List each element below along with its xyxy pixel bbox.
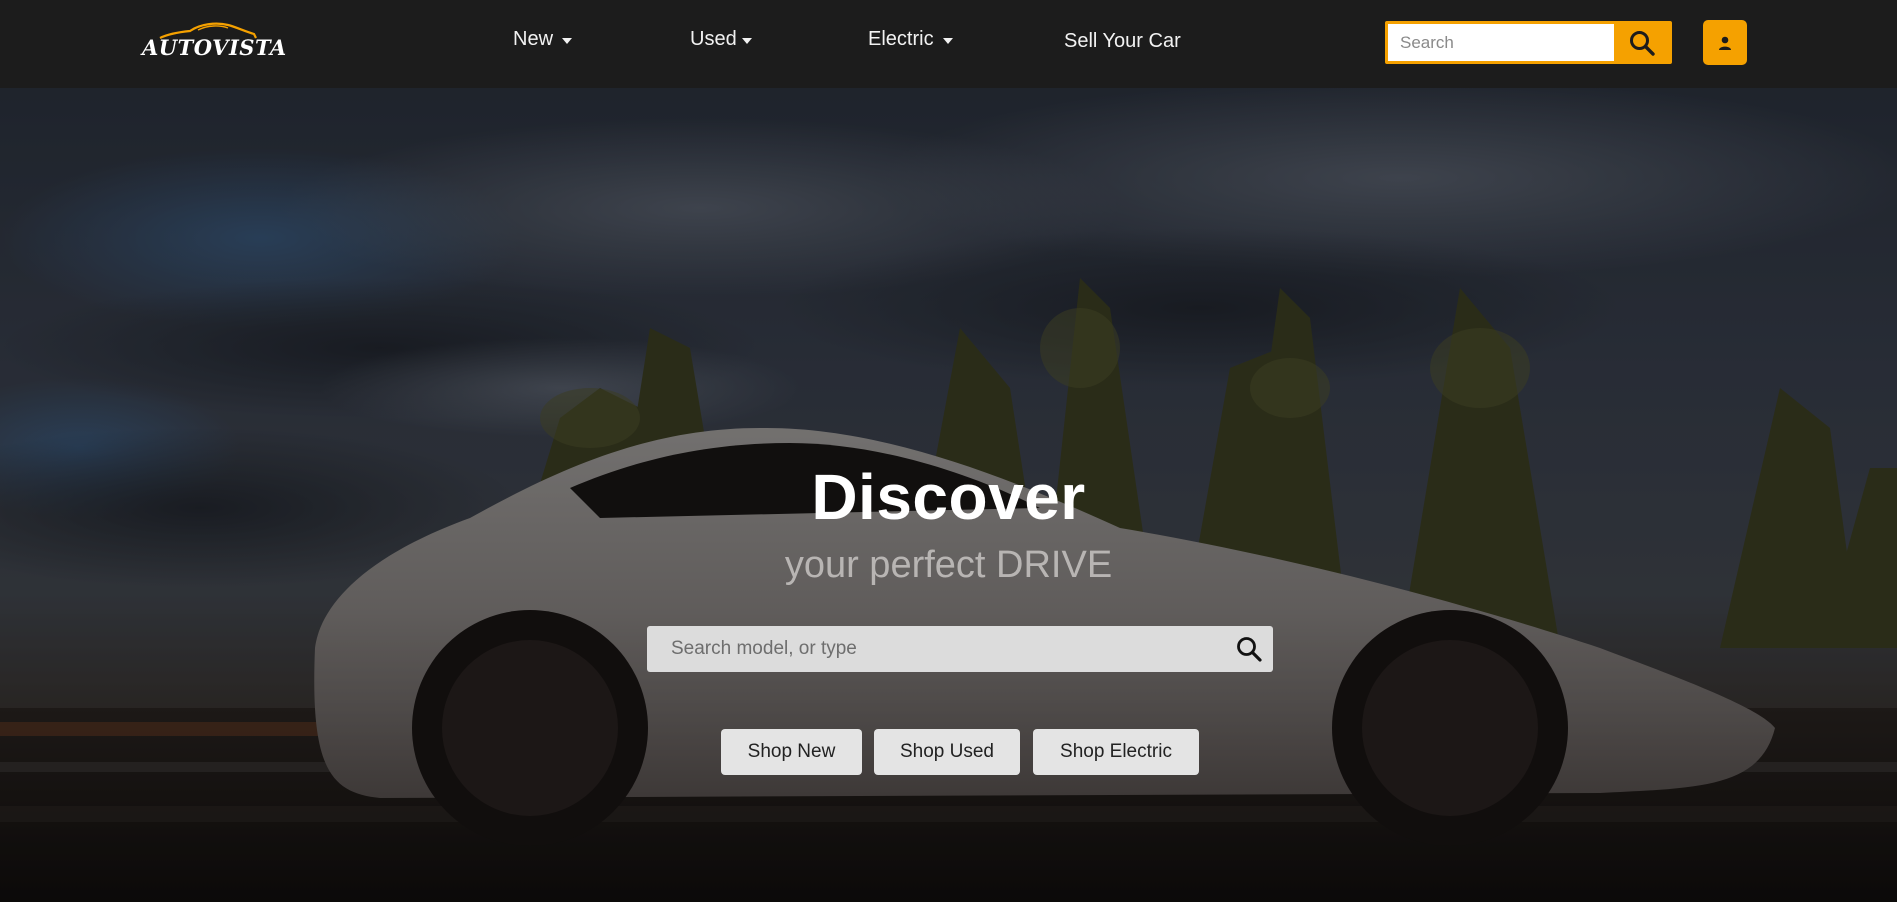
search-icon [1629, 30, 1655, 56]
nav-used-label: Used [690, 28, 737, 50]
hero-search-input[interactable] [647, 626, 1225, 672]
shop-used-button[interactable]: Shop Used [874, 729, 1020, 775]
chevron-down-icon [562, 38, 573, 44]
header-search [1385, 21, 1672, 64]
brand-name: AUTOVISTA [142, 35, 287, 60]
account-button[interactable] [1703, 20, 1747, 65]
hero-section: Discover your perfect DRIVE Shop New Sho… [0, 88, 1897, 902]
user-icon [1719, 36, 1731, 50]
hero-search [647, 626, 1273, 672]
hero-subtitle: your perfect DRIVE [784, 544, 1113, 586]
nav-sell-your-car[interactable]: Sell Your Car [1064, 30, 1181, 53]
nav-electric-label: Electric [868, 28, 934, 50]
nav-used[interactable]: Used [690, 28, 752, 51]
nav-new[interactable]: New [513, 28, 573, 51]
chevron-down-icon [741, 38, 752, 44]
shop-electric-button[interactable]: Shop Electric [1033, 729, 1199, 775]
nav-new-label: New [513, 28, 554, 50]
hero-title: Discover [811, 461, 1086, 533]
nav-electric[interactable]: Electric [868, 28, 953, 51]
top-navigation-bar: AUTOVISTA New Used Electric Sell Your Ca… [0, 0, 1897, 88]
brand-logo[interactable]: AUTOVISTA [140, 20, 286, 62]
header-search-input[interactable] [1388, 24, 1614, 61]
shop-new-button[interactable]: Shop New [721, 729, 862, 775]
search-icon [1237, 637, 1262, 662]
header-search-button[interactable] [1614, 24, 1669, 61]
chevron-down-icon [942, 38, 953, 44]
nav-sell-label: Sell Your Car [1064, 30, 1181, 52]
hero-search-button[interactable] [1225, 626, 1273, 672]
